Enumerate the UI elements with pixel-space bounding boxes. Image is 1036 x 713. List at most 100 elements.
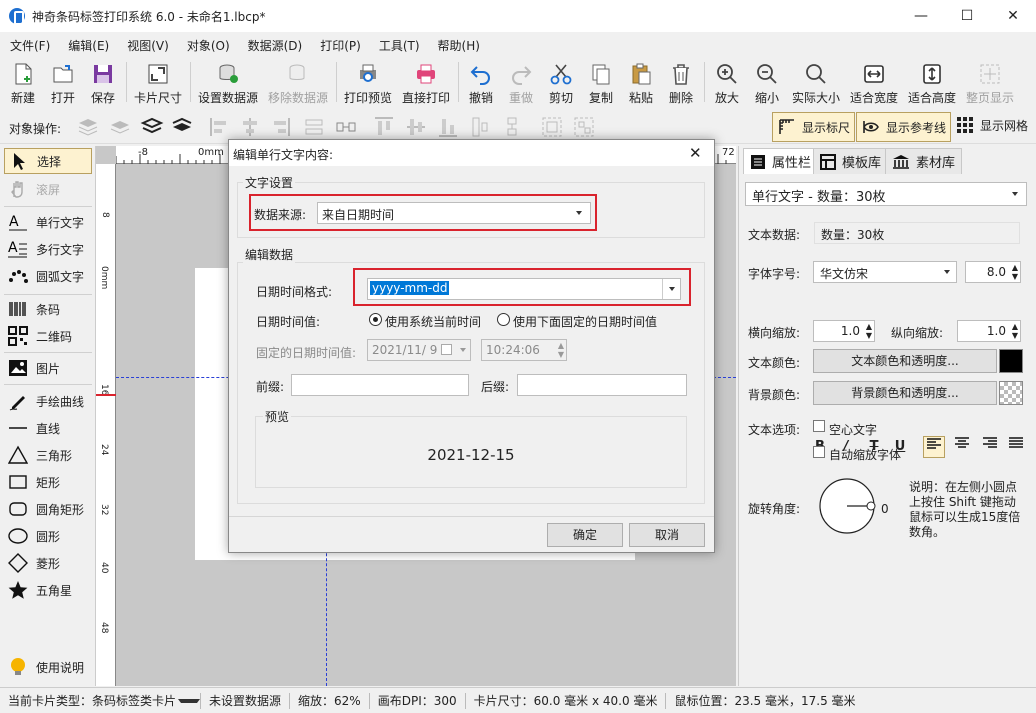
align-center-icon[interactable] [238,115,262,139]
bring-to-front-icon[interactable] [140,115,164,139]
menu-object[interactable]: 对象(O) [177,32,238,56]
new-button[interactable]: 新建 [6,60,40,106]
group-icon[interactable] [540,115,564,139]
tool-triangle[interactable]: 三角形 [4,442,92,468]
tool-arc-text[interactable]: 圆弧文字 [4,263,92,289]
align-center-button[interactable] [951,436,973,458]
spin-arrows-icon[interactable]: ▲ ▼ [866,322,872,340]
menu-print[interactable]: 打印(P) [310,32,369,56]
fit-width-button[interactable]: 适合宽度 [848,60,900,106]
fit-page-button[interactable]: 整页显示 [964,60,1016,106]
datasource-select[interactable]: 来自日期时间 [317,202,591,224]
menu-tools[interactable]: 工具(T) [369,32,428,56]
tool-freehand[interactable]: 手绘曲线 [4,388,92,414]
same-height-icon[interactable] [500,115,524,139]
bg-color-button[interactable]: 背景颜色和透明度... [813,381,997,405]
tool-image[interactable]: 图片 [4,355,92,381]
tool-rounded-rect[interactable]: 圆角矩形 [4,496,92,522]
radio-current-time[interactable] [369,313,382,326]
distribute-v-icon[interactable] [334,115,358,139]
cancel-button[interactable]: 取消 [629,523,705,547]
open-button[interactable]: 打开 [46,60,80,106]
text-color-swatch[interactable] [999,349,1023,373]
show-guides-toggle[interactable]: 显示参考线 [856,112,952,142]
menu-datasource[interactable]: 数据源(D) [238,32,311,56]
ungroup-icon[interactable] [572,115,596,139]
show-ruler-toggle[interactable]: 显示标尺 [772,112,856,142]
tool-select[interactable]: 选择 [4,148,92,174]
redo-button[interactable]: 重做 [504,60,538,106]
fit-height-button[interactable]: 适合高度 [906,60,958,106]
align-right-button[interactable] [979,436,1001,458]
tool-barcode[interactable]: 条码 [4,296,92,322]
align-bottom-icon[interactable] [436,115,460,139]
auto-scale-checkbox[interactable] [813,446,825,458]
align-middle-icon[interactable] [404,115,428,139]
radio-fixed-time[interactable] [497,313,510,326]
remove-datasource-button[interactable]: 移除数据源 [266,60,330,106]
tab-templates[interactable]: 模板库 [813,148,889,174]
tool-diamond[interactable]: 菱形 [4,550,92,576]
status-card-type[interactable]: 当前卡片类型：条码标签类卡片 [0,692,184,709]
tool-rectangle[interactable]: 矩形 [4,469,92,495]
tab-properties[interactable]: 属性栏 [743,148,819,174]
direct-print-button[interactable]: 直接打印 [400,60,452,106]
suffix-input[interactable] [517,374,687,396]
tab-materials[interactable]: 素材库 [885,148,963,174]
actual-size-button[interactable]: 实际大小 [790,60,842,106]
copy-button[interactable]: 复制 [584,60,618,106]
usage-help-button[interactable]: 使用说明 [4,654,92,680]
font-family-select[interactable]: 华文仿宋 [813,261,957,283]
distribute-h-icon[interactable] [302,115,326,139]
align-right-icon[interactable] [268,115,292,139]
menu-file[interactable]: 文件(F) [0,32,58,56]
align-left-button[interactable] [923,436,945,458]
ok-button[interactable]: 确定 [547,523,623,547]
hollow-text-checkbox[interactable] [813,420,825,432]
show-grid-toggle[interactable]: 显示网格 [956,116,1028,134]
fixed-time-stepper[interactable]: 10:24:06 ▲ ▼ [481,339,567,361]
align-left-icon[interactable] [208,115,232,139]
tool-multi-text[interactable]: A 多行文字 [4,236,92,262]
undo-button[interactable]: 撤销 [464,60,498,106]
spin-arrows-icon[interactable]: ▲ ▼ [1012,322,1018,340]
text-color-button[interactable]: 文本颜色和透明度... [813,349,997,373]
zoom-in-button[interactable]: 放大 [710,60,744,106]
object-selector[interactable]: 单行文字 - 数量：30枚 [745,182,1027,206]
bg-color-swatch[interactable] [999,381,1023,405]
paste-button[interactable]: 粘贴 [624,60,658,106]
format-dropdown-button[interactable] [662,279,680,299]
send-to-back-icon[interactable] [170,115,194,139]
menu-edit[interactable]: 编辑(E) [58,32,117,56]
same-width-icon[interactable] [468,115,492,139]
save-button[interactable]: 保存 [86,60,120,106]
justify-button[interactable] [1005,436,1027,458]
tool-circle[interactable]: 圆形 [4,523,92,549]
tool-scroll[interactable]: 滚屏 [4,176,92,202]
rotation-dial[interactable] [817,476,877,536]
hscale-stepper[interactable]: 1.0 ▲ ▼ [813,320,875,342]
tool-single-text[interactable]: A 单行文字 [4,209,92,235]
font-size-stepper[interactable]: 8.0 ▲ ▼ [965,261,1021,283]
text-data-field[interactable]: 数量：30枚 [814,222,1020,244]
menu-help[interactable]: 帮助(H) [428,32,488,56]
delete-button[interactable]: 删除 [664,60,698,106]
tool-star[interactable]: 五角星 [4,577,92,603]
tool-qrcode[interactable]: 二维码 [4,323,92,349]
format-combobox[interactable]: yyyy-mm-dd [367,278,681,300]
cut-button[interactable]: 剪切 [544,60,578,106]
prefix-input[interactable] [291,374,469,396]
close-window-button[interactable]: ✕ [990,0,1036,32]
menu-view[interactable]: 视图(V) [117,32,177,56]
zoom-out-button[interactable]: 缩小 [750,60,784,106]
spin-arrows-icon[interactable]: ▲ ▼ [1012,263,1018,281]
align-top-icon[interactable] [372,115,396,139]
set-datasource-button[interactable]: 设置数据源 [196,60,260,106]
maximize-button[interactable]: ☐ [944,0,990,32]
bring-forward-icon[interactable] [76,115,100,139]
print-preview-button[interactable]: 打印预览 [342,60,394,106]
vscale-stepper[interactable]: 1.0 ▲ ▼ [957,320,1021,342]
minimize-button[interactable]: — [898,0,944,32]
dialog-close-icon[interactable]: ✕ [689,144,702,162]
fixed-date-picker[interactable]: 2021/11/ 9 [367,339,471,361]
